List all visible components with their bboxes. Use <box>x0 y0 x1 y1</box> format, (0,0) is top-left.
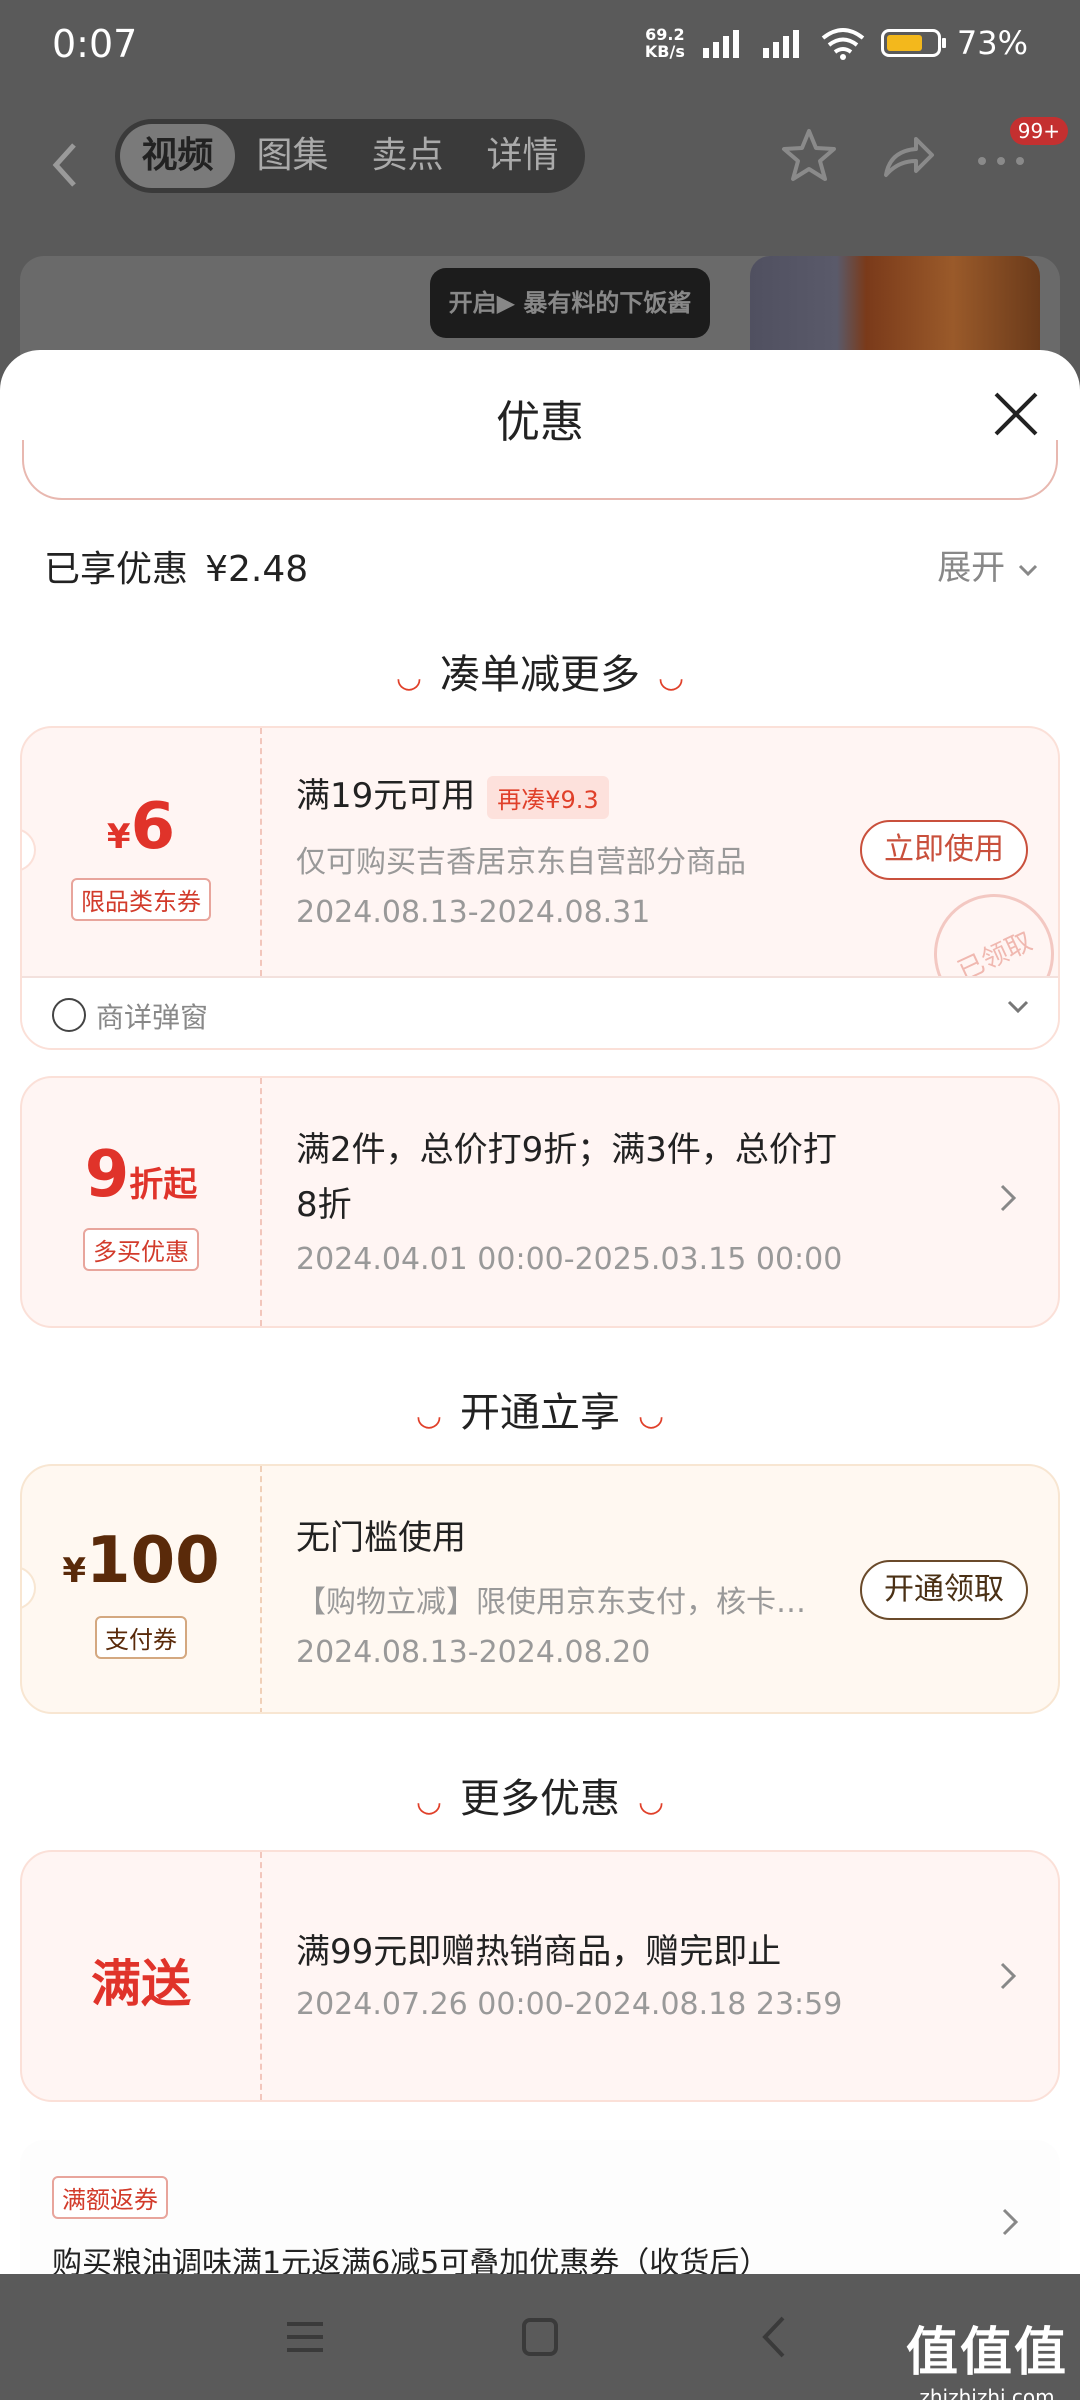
section-title-activate: ◡ 开通立享 ◡ <box>415 1390 665 1436</box>
top-up-tag: 再凑¥9.3 <box>487 776 609 819</box>
coupon-footer[interactable]: 商详弹窗 <box>22 976 1058 1048</box>
tab-selling-points[interactable]: 卖点 <box>350 124 465 188</box>
wifi-icon <box>821 28 865 60</box>
coupon-amount: 100 <box>86 1524 220 1598</box>
coupon-desc: 【购物立减】限使用京东支付，核卡… <box>296 1585 806 1620</box>
product-banner-text: 开启▶ 暴有料的下饭酱 <box>430 268 710 338</box>
back-nav-icon[interactable] <box>745 2312 805 2362</box>
coupon-body: 满2件，总价打9折；满3件，总价打 8折 2024.04.01 00:00-20… <box>296 1122 842 1277</box>
coupon-body: 无门槛使用 【购物立减】限使用京东支付，核卡… 2024.08.13-2024.… <box>296 1510 806 1670</box>
coupon-title: 无门槛使用 <box>296 1518 466 1558</box>
smile-deco-icon: ◡ <box>415 1783 442 1819</box>
tab-gallery[interactable]: 图集 <box>235 124 350 188</box>
coupon-card-cashback[interactable]: 满额返券 购买粮油调味满1元返满6减5可叠加优惠券（收货后） <box>20 2140 1060 2274</box>
coupon-value-panel: ¥6 限品类东券 <box>22 728 262 976</box>
battery-percent: 73% <box>956 24 1028 62</box>
coupon-value-panel: 9折起 多买优惠 <box>22 1078 262 1326</box>
smile-deco-icon: ◡ <box>415 1397 442 1433</box>
watermark-logo: 值值值 zhizhizhi.com <box>905 2323 1068 2400</box>
cashback-text: 购买粮油调味满1元返满6减5可叠加优惠券（收货后） <box>52 2246 770 2274</box>
coupon-date: 2024.04.01 00:00-2025.03.15 00:00 <box>296 1242 843 1277</box>
discount-amount: 9 <box>84 1138 130 1212</box>
coupon-title: 满99元即赠热销商品，赠完即止 <box>296 1932 782 1972</box>
coupon-card-category[interactable]: ¥6 限品类东券 满19元可用 再凑¥9.3 仅可购买吉香居京东自营部分商品 20… <box>20 726 1060 1050</box>
smile-deco-icon: ◡ <box>638 1397 665 1433</box>
coupon-type-tag: 限品类东券 <box>71 878 211 921</box>
tab-video[interactable]: 视频 <box>120 124 235 188</box>
coupon-card-payment[interactable]: ¥100 支付券 无门槛使用 【购物立减】限使用京东支付，核卡… 2024.08… <box>20 1464 1060 1714</box>
smile-deco-icon: ◡ <box>395 659 422 695</box>
section-title-more: ◡ 更多优惠 ◡ <box>415 1776 665 1822</box>
status-bar: 0:07 69.2 KB/s 73% <box>0 0 1080 95</box>
chevron-right-icon <box>1002 2208 1019 2236</box>
page-header: 视频 图集 卖点 详情 99+ <box>0 95 1080 255</box>
tab-details[interactable]: 详情 <box>465 124 580 188</box>
net-speed: 69.2 KB/s <box>644 25 685 61</box>
chevron-right-icon <box>1000 1962 1017 1990</box>
coupon-amount: 6 <box>130 790 176 864</box>
signal-icon <box>702 30 739 58</box>
section-title-combine: ◡ 凑单减更多 ◡ <box>395 652 685 698</box>
chevron-down-icon <box>1007 1000 1029 1014</box>
coupon-card-multi-buy[interactable]: 9折起 多买优惠 满2件，总价打9折；满3件，总价打 8折 2024.04.01… <box>20 1076 1060 1328</box>
chevron-right-icon <box>1000 1184 1017 1212</box>
coupon-value-panel: ¥100 支付券 <box>22 1466 262 1712</box>
share-icon[interactable] <box>876 125 938 187</box>
coupon-type-tag: 满额返券 <box>52 2176 168 2219</box>
coupon-type-tag: 多买优惠 <box>83 1228 199 1271</box>
coupon-title-line-2: 8折 <box>296 1185 352 1225</box>
notification-badge: 99+ <box>1009 117 1068 145</box>
coupon-footer-text: 商详弹窗 <box>96 1001 209 1034</box>
coupon-date: 2024.08.13-2024.08.20 <box>296 1635 651 1670</box>
coupon-date: 2024.08.13-2024.08.31 <box>296 895 651 930</box>
coupon-date: 2024.07.26 00:00-2024.08.18 23:59 <box>296 1987 843 2022</box>
coupon-title-line-1: 满2件，总价打9折；满3件，总价打 <box>296 1130 837 1170</box>
signal-icon-2 <box>762 30 799 58</box>
gift-label: 满送 <box>91 1955 191 2013</box>
smile-deco-icon: ◡ <box>658 659 685 695</box>
use-now-button[interactable]: 立即使用 <box>860 820 1028 880</box>
expand-button[interactable]: 展开 <box>937 540 1040 589</box>
smile-deco-icon: ◡ <box>638 1783 665 1819</box>
menu-icon[interactable] <box>275 2312 335 2362</box>
activate-claim-button[interactable]: 开通领取 <box>860 1560 1028 1620</box>
savings-amount: ¥2.48 <box>205 549 309 590</box>
coupon-body: 满19元可用 再凑¥9.3 仅可购买吉香居京东自营部分商品 2024.08.13-… <box>296 768 746 930</box>
coupon-type-tag: 支付券 <box>95 1616 187 1659</box>
coupon-body: 满99元即赠热销商品，赠完即止 2024.07.26 00:00-2024.08… <box>296 1924 842 2022</box>
home-icon[interactable] <box>510 2312 570 2362</box>
battery-icon <box>880 29 946 57</box>
back-icon[interactable] <box>44 135 84 195</box>
coupon-desc: 仅可购买吉香居京东自营部分商品 <box>296 845 746 880</box>
coupon-edge <box>22 440 1058 500</box>
savings-label: 已享优惠 <box>44 549 189 590</box>
close-icon[interactable] <box>988 386 1044 442</box>
savings-row: 已享优惠 ¥2.48 展开 <box>44 540 1040 600</box>
coupon-title: 满19元可用 <box>296 776 476 816</box>
chevron-down-icon <box>1018 564 1038 576</box>
status-icons: 69.2 KB/s 73% <box>645 24 1028 62</box>
star-icon[interactable] <box>778 125 840 187</box>
popup-icon <box>52 998 86 1032</box>
discount-sheet: 优惠 已享优惠 ¥2.48 展开 ◡ 凑单减更多 ◡ ¥6 限品类东券 满19元可用… <box>0 350 1080 2274</box>
media-tabs: 视频 图集 卖点 详情 <box>115 119 585 193</box>
coupon-card-gift[interactable]: 满送 满99元即赠热销商品，赠完即止 2024.07.26 00:00-2024… <box>20 1850 1060 2102</box>
coupon-value-panel: 满送 <box>22 1852 262 2100</box>
status-time: 0:07 <box>52 22 138 66</box>
